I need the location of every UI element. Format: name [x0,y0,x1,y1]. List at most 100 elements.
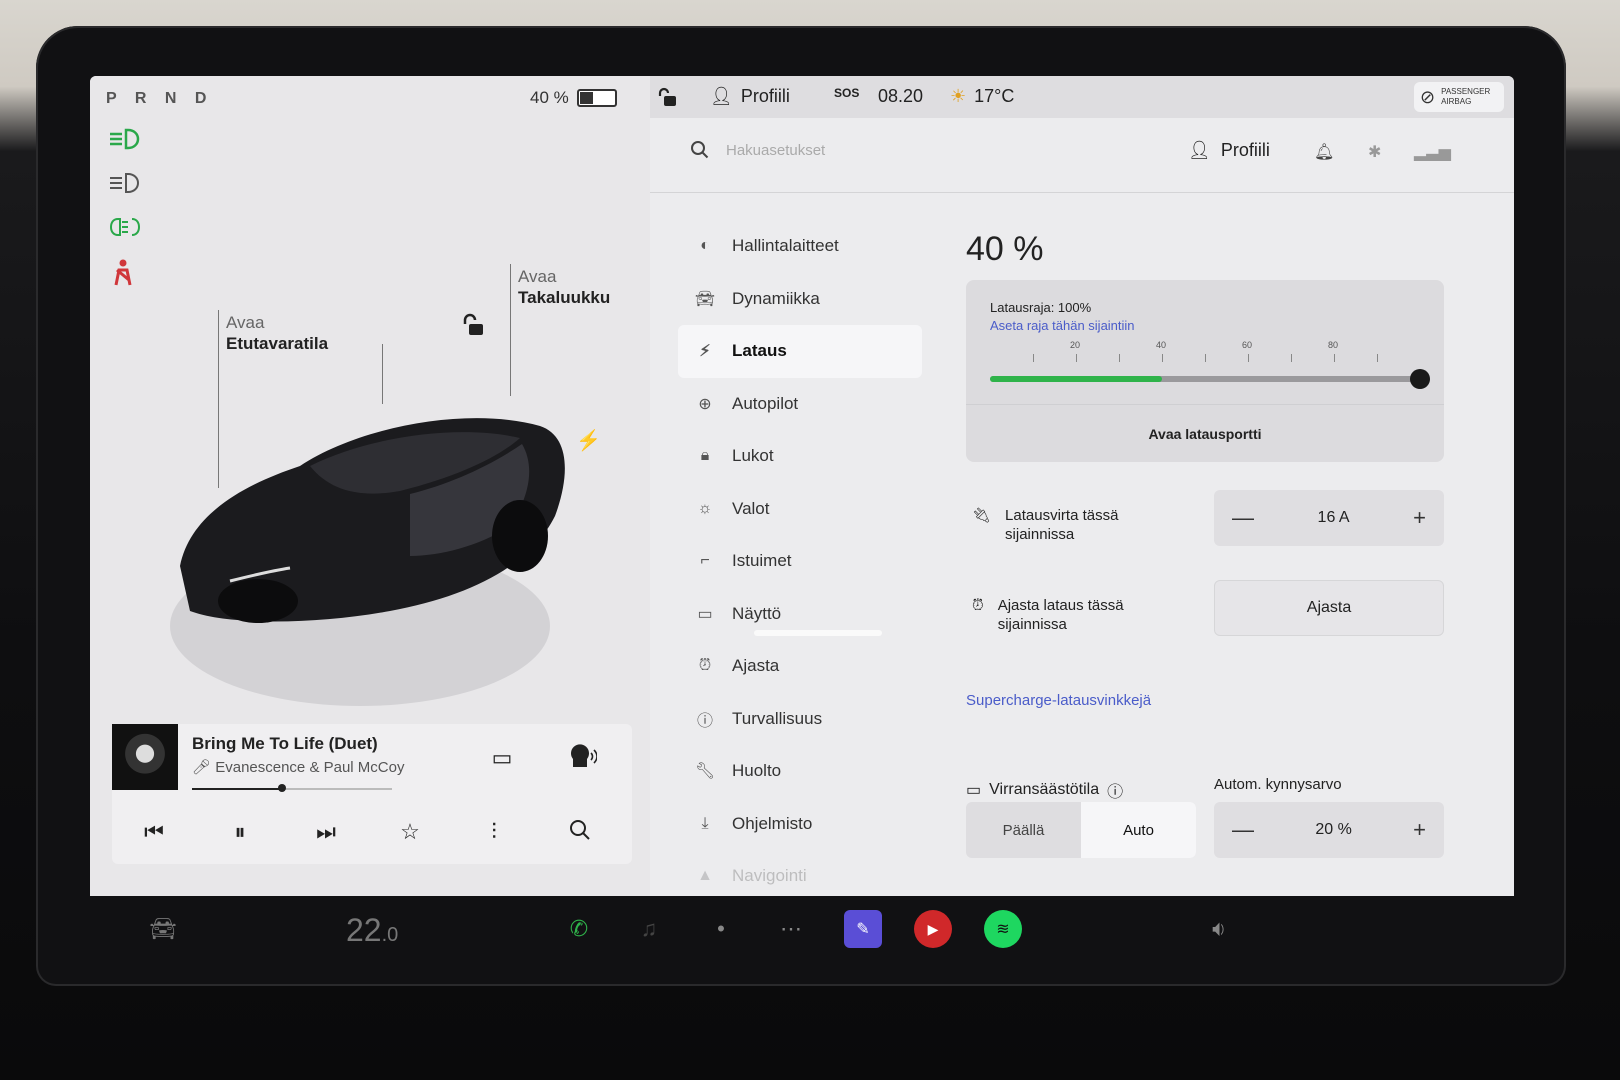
lyrics-icon: ▭ [491,745,513,770]
nav-item-label: Navigointi [732,866,807,886]
power-saving-auto-option[interactable]: Auto [1081,802,1196,858]
nav-item-hallintalaitteet[interactable]: ◐ Hallintalaitteet [678,220,922,273]
bolt-icon: ⚡︎ [699,343,711,361]
fog-light-icon [108,214,142,240]
profile-status[interactable]: 👤︎ Profiili [710,86,790,107]
playback-scrubber[interactable] [278,784,286,792]
nav-item-istuimet[interactable]: ⌐ Istuimet [678,535,922,588]
music-icon[interactable]: ♫ [630,910,668,948]
touchscreen: P R N D 40 % Avaa Etutavaratila Avaa Tak… [90,76,1514,896]
car-icon: 🚘︎ [694,290,716,308]
clock: 08.20 [878,86,924,106]
seatbelt-warning-icon [108,258,142,286]
rear-trunk-button[interactable]: Avaa Takaluukku [518,266,610,308]
tick-mark [1119,354,1120,362]
nav-item-dynamiikka[interactable]: 🚘︎ Dynamiikka [678,273,922,326]
alarm-icon: ⏰︎ [698,657,712,675]
card-divider [966,404,1444,405]
temperature-decimal: .0 [381,924,399,946]
header-divider [650,192,1514,193]
charge-limit-slider[interactable] [990,369,1430,389]
nav-item-turvallisuus[interactable]: ⓘ Turvallisuus [678,693,922,746]
nav-item-valot[interactable]: ☼ Valot [678,483,922,536]
nav-item-label: Lukot [732,446,774,466]
airbag-line-1: PASSENGER [1441,87,1491,96]
scroll-indicator[interactable] [754,630,882,636]
next-track-button[interactable]: ⏭︎ [306,812,346,852]
nav-item-lukot[interactable]: 🔒︎ Lukot [678,430,922,483]
charging-bolt-icon: ⚡ [576,430,601,452]
front-trunk-action: Avaa [226,313,265,332]
weather: ☀︎ 17°C [950,86,1014,107]
tick-label: 20 [1070,340,1081,350]
charge-limit-label: Latausraja: 100% [990,300,1092,315]
charge-limit-knob[interactable] [1410,369,1430,389]
nav-item-label: Valot [732,498,770,518]
set-limit-link[interactable]: Aseta raja tähän sijaintiin [990,318,1135,333]
status-bar: 👤︎ Profiili SOS 08.20 ☀︎ 17°C ⊘ PASSENGE… [650,76,1514,118]
previous-track-button[interactable]: ⏮︎ [134,812,174,852]
favorite-button[interactable]: ☆ [390,812,430,852]
front-trunk-button[interactable]: Avaa Etutavaratila [226,312,328,354]
youtube-music-icon[interactable]: ▶ [914,910,952,948]
door-lock-line [382,344,383,404]
threshold-value: 20 % [1315,821,1352,838]
spotify-icon[interactable]: ≋ [984,910,1022,948]
decrease-current-button[interactable]: — [1232,505,1254,531]
nav-item-ohjelmisto[interactable]: ⤓ Ohjelmisto [678,798,922,851]
voice-button[interactable] [562,736,602,776]
increase-current-button[interactable]: + [1413,505,1426,531]
more-apps-icon[interactable]: ⋯ [772,910,810,948]
volume-icon[interactable]: 🔉︎ [1200,910,1238,948]
tick-mark [1076,354,1077,362]
album-art[interactable] [112,724,178,790]
nav-item-lataus[interactable]: ⚡︎ Lataus [678,325,922,378]
cabin-temperature[interactable]: 22.0 [346,912,398,949]
profile-button[interactable]: 👤︎ Profiili [1188,140,1270,161]
equalizer-button[interactable]: ⫶ [474,812,514,852]
low-beam-icon [108,126,142,152]
schedule-button[interactable]: Ajasta [1214,580,1444,636]
gear-selector: P R N D [106,90,214,107]
supercharge-tips-link[interactable]: Supercharge-latausvinkkejä [966,692,1151,709]
camera-icon[interactable]: • [702,910,740,948]
temperature-integer: 22 [346,912,382,948]
sos-button[interactable]: SOS [834,86,859,100]
lyrics-button[interactable]: ▭ [482,738,522,778]
open-charge-port-button[interactable]: Avaa latausportti [966,426,1444,442]
battery-percent: 40 % [530,88,569,107]
power-saving-toggle: Päällä Auto [966,802,1196,858]
nav-item-huolto[interactable]: 🔧︎ Huolto [678,745,922,798]
tick-mark [1205,354,1206,362]
song-artist: 🎤︎ Evanescence & Paul McCoy [192,758,404,776]
decrease-threshold-button[interactable]: — [1232,817,1254,843]
nav-item-autopilot[interactable]: ⊕ Autopilot [678,378,922,431]
nav-item-ajasta[interactable]: ⏰︎ Ajasta [678,640,922,693]
playback-progress-fill [192,788,282,790]
power-saving-text: Virransäästötila [989,781,1100,798]
charge-level-fill [990,376,1162,382]
bluetooth-icon[interactable]: ✱ [1368,142,1392,166]
info-icon[interactable]: ⓘ [1107,778,1123,802]
tick-label: 40 [1156,340,1167,350]
nav-item-navigointi[interactable]: ▲ Navigointi [678,850,922,896]
unlock-status-icon[interactable] [658,86,680,108]
increase-threshold-button[interactable]: + [1413,817,1426,843]
playback-progress[interactable] [192,784,392,792]
song-title: Bring Me To Life (Duet) [192,734,378,753]
lte-signal-icon: ▂▃▅ [1414,144,1451,161]
media-search-button[interactable] [560,810,600,850]
schedule-line-1: Ajasta lataus tässä [997,597,1124,614]
bell-icon[interactable]: 🔔︎ [1314,142,1338,166]
unlock-icon[interactable] [462,312,488,338]
tick-label: 60 [1242,340,1253,350]
settings-search[interactable]: Hakuasetukset [690,140,825,160]
toybox-icon[interactable]: ✎ [844,910,882,948]
pause-button[interactable]: ⏸︎ [220,812,260,852]
phone-icon[interactable]: ✆ [560,910,598,948]
display-icon: ▭ [697,605,713,623]
power-saving-on-option[interactable]: Päällä [966,802,1081,858]
search-icon [691,141,709,159]
car-model-image [170,418,565,706]
car-dock-icon[interactable]: 🚘︎ [144,910,182,948]
